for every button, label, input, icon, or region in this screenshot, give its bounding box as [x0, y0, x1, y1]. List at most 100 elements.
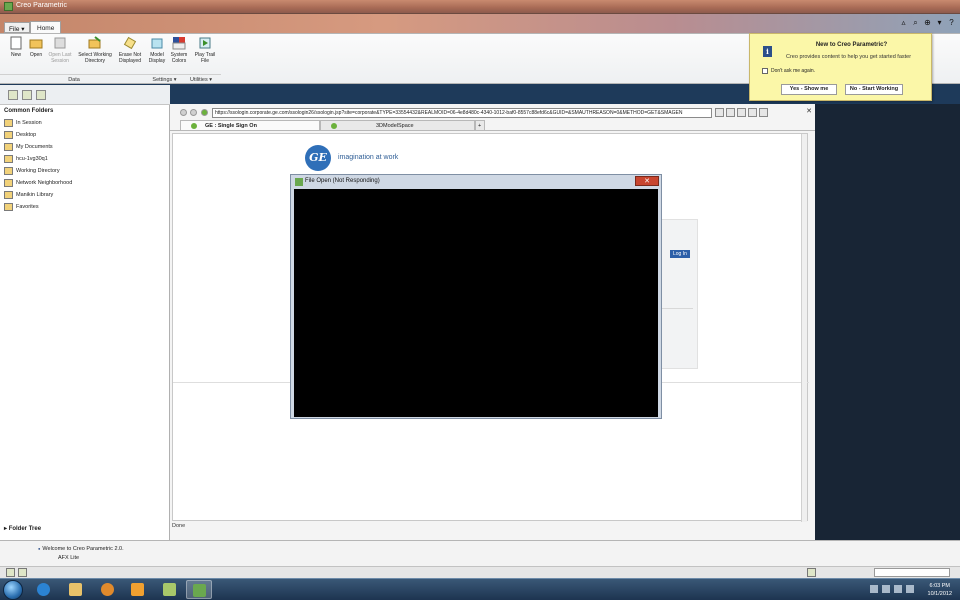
taskbar: 6:03 PM 10/1/2012: [0, 578, 960, 600]
group-utilities[interactable]: Utilities ▾: [181, 74, 221, 84]
clock-time: 6:03 PM: [929, 583, 950, 589]
navigator-pane: Common Folders In Session Desktop My Doc…: [0, 85, 170, 540]
system-colors-button[interactable]: System Colors: [169, 36, 189, 64]
toggle-browser-icon[interactable]: [18, 568, 27, 577]
folder-item-favorites[interactable]: Favorites: [4, 201, 72, 213]
open-last-session-label: Open Last Session: [48, 52, 72, 64]
stop-icon[interactable]: [726, 108, 735, 117]
open-label: Open: [29, 52, 43, 58]
close-browser-icon[interactable]: ✕: [806, 107, 812, 115]
folder-icon: [68, 583, 82, 596]
refresh-icon[interactable]: [715, 108, 724, 117]
select-working-directory-button[interactable]: Select Working Directory: [76, 36, 114, 64]
folder-item-network[interactable]: Network Neighborhood: [4, 177, 72, 189]
message-line: AFX Lite: [58, 555, 80, 561]
volume-icon[interactable]: [906, 585, 914, 593]
folder-label: Desktop: [16, 132, 37, 138]
computer-icon: [4, 155, 13, 163]
in-session-icon: [4, 119, 13, 127]
layers-icon[interactable]: [22, 90, 32, 100]
checkbox-label: Don't ask me again.: [771, 68, 816, 74]
new-button[interactable]: New: [8, 36, 24, 58]
erase-not-displayed-button[interactable]: Erase Not Displayed: [116, 36, 144, 64]
taskbar-ie[interactable]: [30, 580, 56, 599]
eraser-icon: [123, 36, 137, 50]
taskbar-media[interactable]: [94, 580, 120, 599]
group-settings[interactable]: Settings ▾: [148, 74, 181, 84]
tab-sso[interactable]: GE : Single Sign On: [180, 120, 320, 131]
system-tray: [870, 585, 914, 593]
dialog-title: File Open (Not Responding): [305, 178, 380, 184]
no-start-working-button[interactable]: No - Start Working: [845, 84, 903, 95]
window-title: Creo Parametric: [16, 2, 67, 9]
outlook-icon: [130, 583, 144, 596]
popup-body: Creo provides content to help you get st…: [786, 54, 912, 60]
dropdown-icon[interactable]: ▾: [935, 18, 944, 27]
url-input[interactable]: https://ssologin.corporate.ge.com/ssolog…: [212, 108, 712, 118]
folder-label: Favorites: [16, 204, 39, 210]
forward-icon[interactable]: [190, 109, 197, 116]
folder-item-desktop[interactable]: Desktop: [4, 129, 72, 141]
start-button[interactable]: [3, 580, 23, 600]
page-icon: [331, 123, 337, 129]
taskbar-outlook[interactable]: [124, 580, 150, 599]
vertical-scrollbar[interactable]: [801, 134, 807, 522]
dialog-content-unresponsive: [294, 189, 658, 417]
play-trail-file-button[interactable]: Play Trail File: [194, 36, 216, 64]
dont-ask-checkbox[interactable]: Don't ask me again.: [762, 68, 815, 74]
dialog-app-icon: [295, 178, 303, 186]
message-line: Welcome to Creo Parametric 2.0.: [38, 546, 123, 552]
folder-item-my-documents[interactable]: My Documents: [4, 141, 72, 153]
folder-label: In Session: [16, 120, 42, 126]
selection-filter-icon[interactable]: [807, 568, 816, 577]
save-icon[interactable]: [759, 108, 768, 117]
tab-3dmodelspace[interactable]: 3DModelSpace: [320, 120, 475, 131]
taskbar-app[interactable]: [156, 580, 182, 599]
page-icon: [201, 109, 208, 116]
folder-item-computer[interactable]: hcu-1vg30q1: [4, 153, 72, 165]
model-tree-icon[interactable]: [8, 90, 18, 100]
open-button[interactable]: Open: [27, 36, 45, 58]
common-folders-header: Common Folders: [4, 108, 54, 114]
back-icon[interactable]: [180, 109, 187, 116]
documents-icon: [4, 143, 13, 151]
taskbar-clock[interactable]: 6:03 PM 10/1/2012: [928, 582, 952, 598]
selection-filter-select[interactable]: [874, 568, 950, 577]
tray-icon[interactable]: [870, 585, 878, 593]
yes-show-me-button[interactable]: Yes - Show me: [781, 84, 837, 95]
minimize-ribbon-icon[interactable]: ▵: [899, 18, 908, 27]
folder-item-manikin-library[interactable]: Manikin Library: [4, 189, 72, 201]
taskbar-creo[interactable]: [186, 580, 212, 599]
login-button[interactable]: Log In: [670, 250, 690, 258]
open-last-session-button[interactable]: Open Last Session: [47, 36, 73, 64]
folder-browser-icon[interactable]: [36, 90, 46, 100]
new-tab-button[interactable]: +: [475, 120, 485, 131]
folder-item-in-session[interactable]: In Session: [4, 117, 72, 129]
tray-icon[interactable]: [894, 585, 902, 593]
search-icon[interactable]: ⌕: [911, 18, 920, 27]
new-label: New: [10, 52, 21, 58]
browser-toolbar: [715, 108, 768, 117]
model-display-button[interactable]: Model Display: [146, 36, 168, 64]
home-icon[interactable]: [737, 108, 746, 117]
model-display-label: Model Display: [148, 52, 166, 64]
favorites-icon: [4, 203, 13, 211]
checkbox-icon[interactable]: [762, 68, 768, 74]
help-icon[interactable]: ?: [947, 18, 956, 27]
model-display-icon: [151, 38, 163, 49]
taskbar-explorer[interactable]: [62, 580, 88, 599]
open-last-session-icon: [54, 37, 66, 49]
globe-icon[interactable]: ⊕: [923, 18, 932, 27]
folder-tree-label: Folder Tree: [8, 526, 42, 532]
folder-tree-toggle[interactable]: ▸ Folder Tree: [4, 525, 41, 532]
folder-label: Network Neighborhood: [16, 180, 73, 186]
browser-tabs: GE : Single Sign On 3DModelSpace +: [170, 120, 815, 131]
tray-icon[interactable]: [882, 585, 890, 593]
print-icon[interactable]: [748, 108, 757, 117]
dialog-close-button[interactable]: ✕: [635, 176, 659, 186]
folder-item-working-directory[interactable]: Working Directory: [4, 165, 72, 177]
file-menu[interactable]: File ▾: [4, 22, 30, 33]
ge-logo: GE: [305, 145, 331, 171]
toggle-navigator-icon[interactable]: [6, 568, 15, 577]
status-bar: [0, 566, 960, 578]
